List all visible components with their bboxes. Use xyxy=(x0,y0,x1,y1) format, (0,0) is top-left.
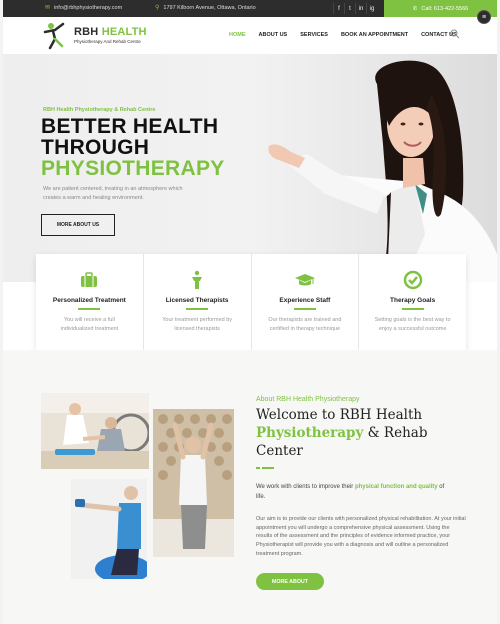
social-links: f t in ig xyxy=(333,3,377,14)
search-icon[interactable] xyxy=(450,29,460,39)
top-bar: ✉ info@rbhphysiotherapy.com ⚲ 1797 Kilbo… xyxy=(3,0,497,17)
features-strip: Personalized Treatment You will receive … xyxy=(36,254,466,350)
nav-home[interactable]: HOME xyxy=(229,32,246,38)
logo-figure-icon xyxy=(43,22,65,50)
envelope-icon: ✉ xyxy=(45,5,51,11)
facebook-icon[interactable]: f xyxy=(333,3,344,14)
address-info: ⚲ 1797 Kilborn Avenue, Ottawa, Ontario xyxy=(155,5,256,11)
main-nav: HOME ABOUT US SERVICES BOOK AN APPOINTME… xyxy=(229,32,470,38)
hero-heading: BETTER HEALTH THROUGH PHYSIOTHERAPY xyxy=(41,115,225,180)
about-heading: Welcome to RBH Health Physiotherapy & Re… xyxy=(256,407,428,459)
linkedin-icon[interactable]: in xyxy=(355,3,366,14)
twitter-icon[interactable]: t xyxy=(344,3,355,14)
hero-description: We are patient centered, treating in an … xyxy=(43,186,183,201)
instagram-icon[interactable]: ig xyxy=(366,3,377,14)
logo[interactable]: RBH HEALTH Physiotherapy And Rehab Centr… xyxy=(41,20,147,50)
nav-book-appointment[interactable]: BOOK AN APPOINTMENT xyxy=(341,32,408,38)
therapy-photo-ball xyxy=(71,479,147,579)
header: RBH HEALTH Physiotherapy And Rehab Centr… xyxy=(3,17,497,54)
logo-title: RBH HEALTH xyxy=(74,26,147,38)
page: ✉ info@rbhphysiotherapy.com ⚲ 1797 Kilbo… xyxy=(3,0,497,624)
therapy-photo-arms xyxy=(153,409,234,557)
more-about-us-button[interactable]: MORE ABOUT US xyxy=(41,214,115,236)
feature-card: Therapy Goals Setting goals is the best … xyxy=(359,254,466,350)
more-about-button[interactable]: MORE ABOUT xyxy=(256,573,324,590)
about-intro: We work with clients to improve their ph… xyxy=(256,484,445,500)
logo-subtitle: Physiotherapy And Rehab Centre xyxy=(74,39,141,44)
nav-services[interactable]: SERVICES xyxy=(300,32,328,38)
therapy-photo-stretch xyxy=(41,393,149,469)
check-circle-icon xyxy=(403,270,422,290)
hero-subtitle: RBH Health Physiotherapy & Rehab Centre xyxy=(43,107,156,113)
divider xyxy=(256,467,274,469)
location-pin-icon: ⚲ xyxy=(155,5,160,11)
person-icon xyxy=(192,270,203,289)
feature-card: Experience Staff Our therapists are trai… xyxy=(252,254,360,350)
feature-card: Licensed Therapists Your treatment perfo… xyxy=(144,254,252,350)
graduation-cap-icon xyxy=(294,274,315,286)
hero-banner: RBH Health Physiotherapy & Rehab Centre … xyxy=(3,54,497,282)
hamburger-menu-icon[interactable]: ≡ xyxy=(477,10,491,24)
phone-icon: ✆ xyxy=(412,5,418,12)
nav-about-us[interactable]: ABOUT US xyxy=(259,32,288,38)
about-body: Our aim is to provide our clients with p… xyxy=(256,516,466,557)
briefcase-icon xyxy=(81,272,98,287)
feature-card: Personalized Treatment You will receive … xyxy=(36,254,144,350)
email-link[interactable]: ✉ info@rbhphysiotherapy.com xyxy=(45,5,122,11)
hero-doctor-image xyxy=(268,60,497,282)
about-subtitle: About RBH Health Physiotherapy xyxy=(256,396,360,403)
